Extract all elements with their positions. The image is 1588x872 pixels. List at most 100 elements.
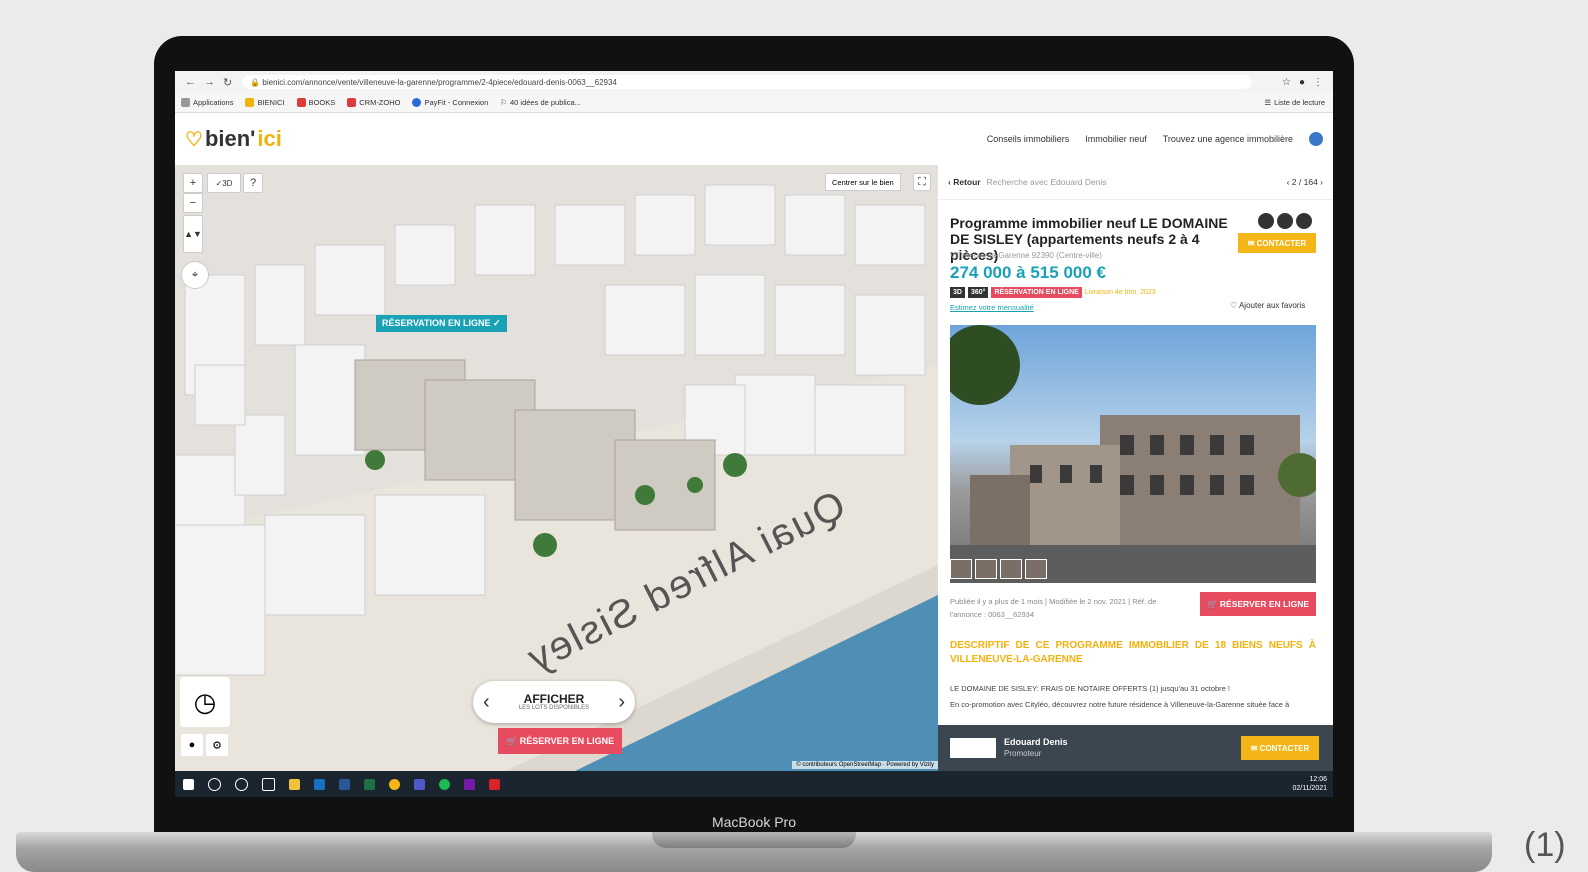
onenote-icon[interactable]	[464, 778, 475, 790]
taskbar-clock[interactable]: 12:06 02/11/2021	[1292, 775, 1327, 793]
zoom-in-button[interactable]: +	[183, 173, 203, 193]
3d-toggle[interactable]: ✓ 3D	[207, 173, 241, 193]
chevron-right-icon[interactable]: ›	[618, 691, 625, 714]
settings-gear-icon[interactable]: ⚙	[206, 734, 228, 756]
profile-icon[interactable]: ●	[1299, 77, 1305, 88]
nav-find-agency[interactable]: Trouvez une agence immobilière	[1163, 134, 1293, 144]
laptop-notch	[652, 832, 856, 848]
thumbnail[interactable]	[1000, 559, 1022, 579]
bienici-icon	[245, 98, 255, 107]
show-available-lots: ‹ AFFICHER LES LOTS DISPONIBLES ›	[473, 681, 635, 723]
chevron-left-icon[interactable]: ‹	[483, 691, 490, 714]
acrobat-icon[interactable]	[489, 778, 500, 790]
promoter-contact-button[interactable]: ✉ CONTACTER	[1241, 736, 1319, 760]
show-lots-button[interactable]: AFFICHER LES LOTS DISPONIBLES	[519, 693, 589, 711]
panel-top-bar: ‹ Retour Recherche avec Edouard Denis ‹ …	[938, 165, 1333, 200]
sun-timer-icon[interactable]: ◷	[180, 677, 230, 727]
word-icon[interactable]	[339, 778, 350, 790]
screen: ← → ↻ 🔒 bienici.com/annonce/vente/villen…	[175, 71, 1333, 797]
laptop-brand-label: MacBook Pro	[711, 814, 797, 830]
thumbnail[interactable]	[975, 559, 997, 579]
promoter-bar: Edouard Denis Promoteur ✉ CONTACTER	[938, 725, 1333, 771]
back-arrow-icon[interactable]: ←	[185, 76, 196, 89]
file-explorer-icon[interactable]	[289, 778, 300, 790]
fullscreen-icon[interactable]: ⛶	[913, 173, 931, 191]
teams-icon[interactable]	[414, 778, 425, 790]
site-header: ♡ bien' ici Conseils immobiliers Immobili…	[175, 113, 1333, 166]
contact-button[interactable]: ✉ CONTACTER	[1238, 233, 1316, 253]
estimate-link[interactable]: Estimez votre mensualité	[950, 303, 1034, 312]
building-illustration	[940, 325, 1322, 583]
description-title: DESCRIPTIF DE CE PROGRAMME IMMOBILIER DE…	[950, 640, 1316, 665]
location-pin-icon[interactable]: ●	[181, 734, 203, 756]
delivery-date: Livraison 4e trim. 2023	[1084, 289, 1156, 296]
tilt-control[interactable]: ▲▼	[183, 215, 203, 253]
browser-address-bar: ← → ↻ 🔒 bienici.com/annonce/vente/villen…	[175, 71, 1333, 93]
map-reserve-online-button[interactable]: 🛒 RÉSERVER EN LIGNE	[498, 728, 623, 754]
facebook-icon[interactable]	[1258, 213, 1274, 229]
spotify-icon[interactable]	[439, 778, 450, 790]
search-context[interactable]: Recherche avec Edouard Denis	[987, 177, 1107, 187]
thumbnail[interactable]	[1025, 559, 1047, 579]
user-account-icon[interactable]	[1309, 132, 1323, 146]
nav-new-property[interactable]: Immobilier neuf	[1085, 134, 1147, 144]
cart-icon: 🛒	[1206, 598, 1220, 609]
bookmark-bienici[interactable]: BIENICI	[245, 98, 285, 107]
listing-panel: ‹ Retour Recherche avec Edouard Denis ‹ …	[938, 165, 1333, 771]
cart-icon: 🛒	[506, 735, 520, 746]
reading-list[interactable]: ☰ Liste de lecture	[1264, 98, 1325, 107]
check-icon: ✓	[215, 178, 223, 188]
map-attribution: © contributeurs OpenStreetMap · Powered …	[792, 761, 938, 769]
bienici-logo[interactable]: ♡ bien' ici	[185, 126, 282, 152]
3d-map-view[interactable]: + − ✓ 3D ? ▲▼ ⌖ Centrer sur le bien ⛶ RÉS…	[175, 165, 938, 771]
print-icon[interactable]	[1296, 213, 1312, 229]
listing-tags: 3D 360° RÉSERVATION EN LIGNE Livraison 4…	[950, 287, 1156, 298]
compass-icon[interactable]: ⌖	[181, 261, 209, 289]
zoho-icon	[296, 98, 306, 107]
thumbnail[interactable]	[950, 559, 972, 579]
outlook-icon[interactable]	[314, 778, 325, 790]
bookmark-payfit[interactable]: PayFit - Connexion	[412, 98, 488, 107]
listing-price: 274 000 à 515 000 €	[950, 263, 1106, 282]
listing-location: Villeneuve-la-Garenne 92390 (Centre-vill…	[950, 251, 1102, 260]
tag-reservation: RÉSERVATION EN LIGNE	[991, 287, 1082, 298]
forward-arrow-icon[interactable]: →	[204, 76, 215, 89]
mail-icon: ✉	[1250, 743, 1260, 753]
listing-photo[interactable]	[940, 325, 1322, 583]
bookmark-ideas[interactable]: ⚐ 40 idées de publica...	[500, 98, 581, 107]
center-on-property-button[interactable]: Centrer sur le bien	[825, 173, 901, 191]
photo-thumbnails	[950, 559, 1047, 579]
mail-icon: ✉	[1247, 238, 1257, 248]
star-icon[interactable]: ☆	[1282, 77, 1291, 88]
listing-pager[interactable]: ‹ 2 / 164 ›	[1287, 177, 1323, 187]
site-nav: Conseils immobiliers Immobilier neuf Tro…	[987, 132, 1323, 146]
tag-360: 360°	[967, 287, 989, 298]
reload-icon[interactable]: ↻	[223, 76, 232, 89]
bookmark-books[interactable]: BOOKS	[296, 98, 335, 107]
chrome-icon[interactable]	[389, 778, 400, 790]
windows-start-icon[interactable]	[183, 778, 194, 790]
task-view-icon[interactable]	[262, 777, 275, 791]
map-reservation-tag[interactable]: RÉSERVATION EN LIGNE ✓	[376, 315, 507, 332]
bookmark-icon: ⚐	[500, 98, 507, 107]
reading-list-icon: ☰	[1264, 98, 1272, 107]
favorite-button[interactable]: ♡ Ajouter aux favoris	[1230, 301, 1305, 310]
payfit-icon	[412, 98, 422, 107]
cortana-icon[interactable]	[235, 777, 248, 791]
reserve-online-button[interactable]: 🛒 RÉSERVER EN LIGNE	[1200, 592, 1316, 616]
bookmark-crm[interactable]: CRM-ZOHO	[347, 98, 400, 107]
promoter-info: Edouard Denis Promoteur	[1004, 737, 1068, 758]
nav-advice[interactable]: Conseils immobiliers	[987, 134, 1070, 144]
bookmark-apps[interactable]: Applications	[181, 98, 233, 107]
description-body: LE DOMAINE DE SISLEY: FRAIS DE NOTAIRE O…	[950, 684, 1290, 709]
help-button[interactable]: ?	[243, 173, 263, 193]
search-icon[interactable]	[208, 777, 221, 791]
zoom-out-button[interactable]: −	[183, 193, 203, 213]
back-button[interactable]: ‹ Retour	[948, 177, 981, 187]
menu-icon[interactable]: ⋮	[1313, 77, 1323, 88]
url-field[interactable]: 🔒 bienici.com/annonce/vente/villeneuve-l…	[242, 75, 1252, 89]
figure-caption: (1)	[1524, 826, 1566, 864]
share-icon[interactable]	[1277, 213, 1293, 229]
lock-icon: 🔒	[250, 77, 263, 87]
excel-icon[interactable]	[364, 778, 375, 790]
